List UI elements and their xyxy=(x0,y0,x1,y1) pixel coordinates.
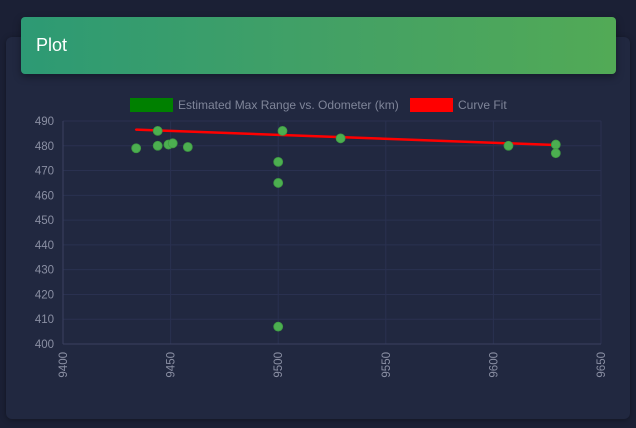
data-point[interactable] xyxy=(273,321,284,332)
data-point[interactable] xyxy=(152,126,163,136)
y-tick-label: 430 xyxy=(35,265,54,277)
y-tick-label: 490 xyxy=(35,116,54,128)
x-tick-label: 9450 xyxy=(166,352,178,378)
y-tick-label: 470 xyxy=(35,166,54,178)
x-tick-label: 9600 xyxy=(488,352,500,378)
data-point[interactable] xyxy=(503,140,514,151)
data-point[interactable] xyxy=(131,143,142,154)
data-point[interactable] xyxy=(550,139,561,150)
plot-chart: 400 410 420 430 440 450 460 470 480 490 9400 9450 95… xyxy=(35,98,608,378)
x-tick-label: 9500 xyxy=(273,352,285,378)
y-tick-label: 480 xyxy=(35,141,54,153)
x-tick-label: 9550 xyxy=(381,352,393,378)
y-tick-label: 410 xyxy=(35,314,54,326)
data-point[interactable] xyxy=(550,148,561,159)
axes: 400 410 420 430 440 450 460 470 480 490 9400 9450 95… xyxy=(35,116,608,378)
data-point[interactable] xyxy=(167,138,178,149)
legend-swatch-curve-fit[interactable] xyxy=(410,98,453,112)
scatter-layer xyxy=(131,126,561,332)
data-point[interactable] xyxy=(273,178,284,188)
legend-label-range[interactable]: Estimated Max Range vs. Odometer (km) xyxy=(178,98,399,112)
x-tick-label: 9650 xyxy=(596,352,608,378)
y-tick-label: 440 xyxy=(35,240,54,252)
legend-label-curve-fit[interactable]: Curve Fit xyxy=(458,98,507,112)
curve-fit-line xyxy=(136,128,556,147)
legend-swatch-range[interactable] xyxy=(130,98,173,112)
curve-fit-point xyxy=(134,128,138,131)
y-tick-label: 400 xyxy=(35,339,54,351)
grid xyxy=(62,120,602,345)
y-tick-label: 420 xyxy=(35,289,54,301)
data-point[interactable] xyxy=(182,142,193,152)
legend[interactable]: Estimated Max Range vs. Odometer (km) Cu… xyxy=(130,98,507,112)
data-point[interactable] xyxy=(277,126,288,136)
data-point[interactable] xyxy=(273,156,284,167)
y-tick-label: 450 xyxy=(35,215,54,227)
data-point[interactable] xyxy=(335,133,346,144)
y-tick-label: 460 xyxy=(35,190,54,202)
data-point[interactable] xyxy=(152,140,163,151)
x-tick-label: 9400 xyxy=(58,352,70,378)
